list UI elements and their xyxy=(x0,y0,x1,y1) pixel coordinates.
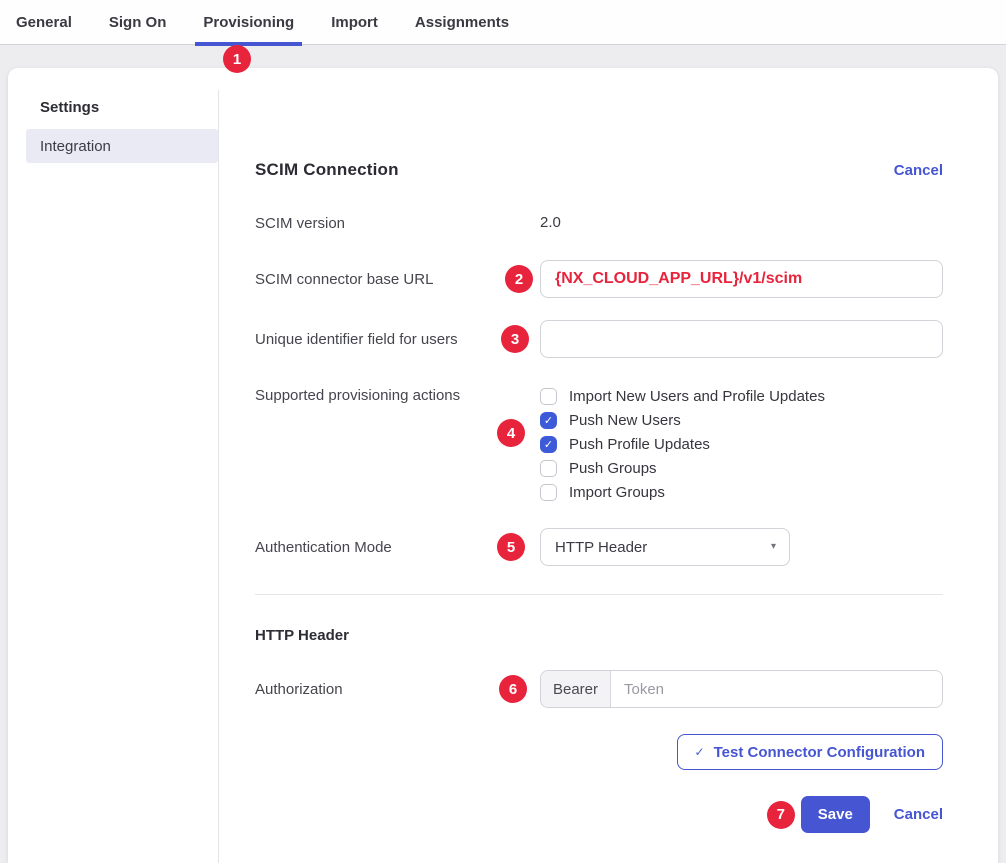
provisioning-action-label: Import Groups xyxy=(569,484,665,501)
provisioning-action-item[interactable]: Import New Users and Profile Updates xyxy=(540,384,943,408)
base-url-label: SCIM connector base URL xyxy=(255,271,540,288)
authentication-mode-select[interactable]: HTTP Header ▾ xyxy=(540,528,790,566)
auth-mode-selected-value: HTTP Header xyxy=(555,539,647,556)
chevron-down-icon: ▾ xyxy=(771,541,776,552)
cancel-button-bottom[interactable]: Cancel xyxy=(894,806,943,823)
tab-assignments[interactable]: Assignments xyxy=(415,0,509,44)
checkbox-checked-icon[interactable]: ✓ xyxy=(540,412,557,429)
app-tab-bar: General Sign On Provisioning Import Assi… xyxy=(0,0,1006,45)
step-badge-4: 4 xyxy=(497,419,525,447)
provisioning-action-label: Push Profile Updates xyxy=(569,436,710,453)
cancel-link-top[interactable]: Cancel xyxy=(894,162,943,179)
unique-id-input[interactable] xyxy=(540,320,943,358)
tab-import[interactable]: Import xyxy=(331,0,378,44)
provisioning-action-item[interactable]: ✓ Push Profile Updates xyxy=(540,432,943,456)
tab-general[interactable]: General xyxy=(16,0,72,44)
save-button[interactable]: Save xyxy=(801,796,870,833)
settings-sidebar: Settings Integration xyxy=(8,68,218,163)
tab-provisioning[interactable]: Provisioning xyxy=(203,0,294,44)
bearer-prefix: Bearer xyxy=(541,671,611,707)
scim-version-value: 2.0 xyxy=(540,214,561,231)
section-divider xyxy=(255,594,943,595)
test-connector-configuration-button[interactable]: ✓ Test Connector Configuration xyxy=(677,734,943,770)
token-input[interactable] xyxy=(611,671,942,707)
step-badge-3: 3 xyxy=(501,325,529,353)
page-title: SCIM Connection xyxy=(255,160,399,180)
checkbox-unchecked-icon[interactable] xyxy=(540,460,557,477)
provisioning-actions-label: Supported provisioning actions xyxy=(255,384,540,404)
http-header-section-title: HTTP Header xyxy=(255,627,943,644)
base-url-input[interactable] xyxy=(540,260,943,298)
tab-sign-on[interactable]: Sign On xyxy=(109,0,167,44)
provisioning-action-label: Push Groups xyxy=(569,460,657,477)
step-badge-7: 7 xyxy=(767,801,795,829)
step-badge-5: 5 xyxy=(497,533,525,561)
sidebar-item-integration[interactable]: Integration xyxy=(26,129,218,163)
authorization-input-group: Bearer xyxy=(540,670,943,708)
provisioning-action-item[interactable]: Import Groups xyxy=(540,480,943,504)
test-connector-label: Test Connector Configuration xyxy=(714,744,925,761)
provisioning-actions-list: 4 Import New Users and Profile Updates✓P… xyxy=(540,384,943,504)
checkbox-unchecked-icon[interactable] xyxy=(540,388,557,405)
provisioning-action-label: Push New Users xyxy=(569,412,681,429)
checkbox-checked-icon[interactable]: ✓ xyxy=(540,436,557,453)
step-badge-2: 2 xyxy=(505,265,533,293)
check-icon: ✓ xyxy=(695,745,705,759)
provisioning-action-label: Import New Users and Profile Updates xyxy=(569,388,825,405)
authorization-label: Authorization xyxy=(255,681,540,698)
provisioning-panel: Settings Integration SCIM Connection Can… xyxy=(8,68,998,863)
checkbox-unchecked-icon[interactable] xyxy=(540,484,557,501)
unique-id-label: Unique identifier field for users xyxy=(255,331,540,348)
step-badge-1: 1 xyxy=(223,45,251,73)
scim-connection-form: SCIM Connection Cancel SCIM version 2.0 … xyxy=(218,68,998,863)
step-badge-6: 6 xyxy=(499,675,527,703)
sidebar-heading: Settings xyxy=(40,99,218,116)
provisioning-action-item[interactable]: ✓ Push New Users xyxy=(540,408,943,432)
scim-version-label: SCIM version xyxy=(255,215,540,232)
provisioning-action-item[interactable]: Push Groups xyxy=(540,456,943,480)
